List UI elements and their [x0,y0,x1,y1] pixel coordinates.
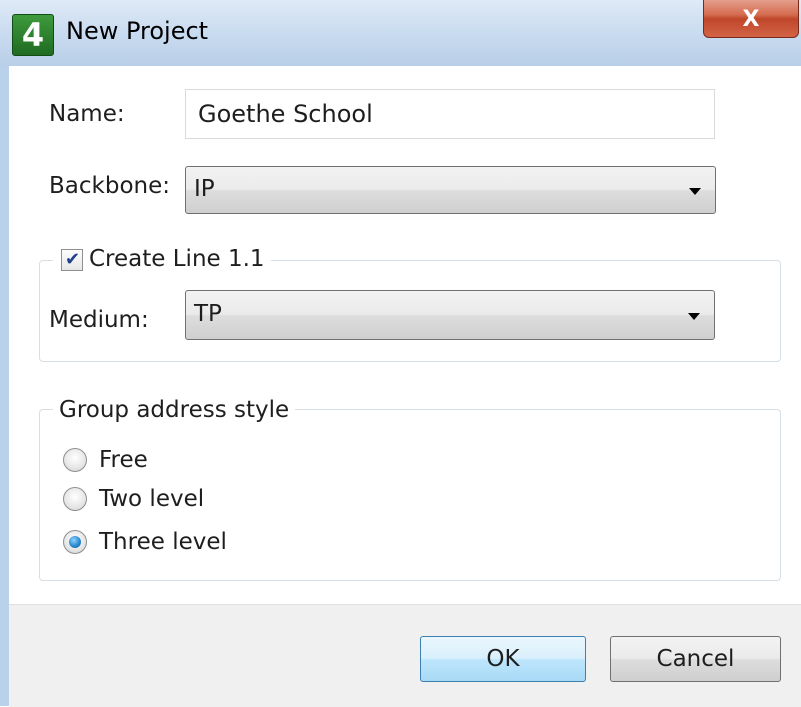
button-bar: OK Cancel [9,604,801,707]
radio-two-level-label[interactable]: Two level [99,486,204,512]
close-icon: X [742,7,760,32]
medium-value: TP [194,301,222,327]
chevron-down-icon [688,313,700,320]
chevron-down-icon [689,188,701,195]
name-input[interactable]: Goethe School [185,89,715,139]
medium-label: Medium: [49,307,149,333]
cancel-button[interactable]: Cancel [610,636,781,682]
app-icon: 4 [12,14,54,56]
radio-selected-dot [69,536,81,548]
radio-two-level[interactable] [63,487,87,511]
ok-button[interactable]: OK [420,636,586,682]
close-button[interactable]: X [703,0,799,38]
title-bar[interactable]: 4 New Project X [0,0,801,66]
name-label: Name: [49,101,125,127]
backbone-value: IP [194,176,215,202]
create-line-label: Create Line 1.1 [89,246,265,272]
radio-free[interactable] [63,448,87,472]
dialog-content: Name: Goethe School Backbone: IP Create … [9,66,801,707]
checkmark-icon: ✔ [65,249,81,270]
backbone-label: Backbone: [49,173,170,199]
radio-three-level[interactable] [63,530,87,554]
new-project-dialog: 4 New Project X Name: Goethe School Back… [0,0,801,707]
group-address-legend: Group address style [53,397,296,423]
window-title: New Project [66,17,209,45]
medium-select[interactable]: TP [185,290,715,340]
create-line-checkbox[interactable]: ✔ [61,249,83,271]
backbone-select[interactable]: IP [185,166,716,214]
radio-free-label[interactable]: Free [99,447,148,473]
create-line-legend: Create Line 1.1 [53,246,271,272]
radio-three-level-label[interactable]: Three level [99,529,227,555]
